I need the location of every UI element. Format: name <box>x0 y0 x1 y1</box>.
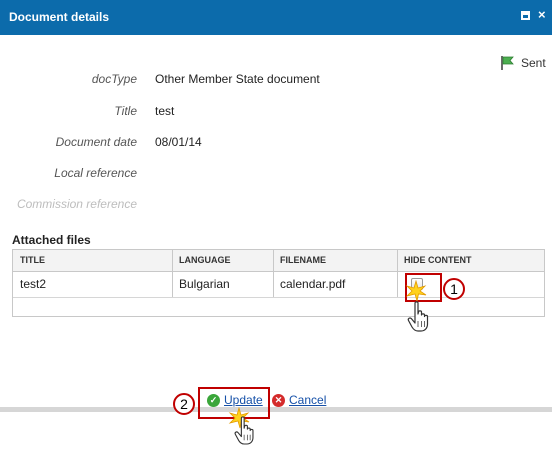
doctype-label: docType <box>91 72 137 86</box>
title-label: Title <box>114 104 137 118</box>
status-label: Sent <box>521 56 546 70</box>
dialog-title: Document details <box>9 10 110 24</box>
update-button[interactable]: Update <box>224 393 263 407</box>
column-header-language[interactable]: LANGUAGE <box>172 250 273 271</box>
cell-filename: calendar.pdf <box>280 277 346 291</box>
column-header-title[interactable]: TITLE <box>13 250 172 271</box>
attached-files-heading: Attached files <box>12 233 91 247</box>
attached-files-table: TITLE LANGUAGE FILENAME HIDE CONTENT tes… <box>12 249 545 317</box>
footer-divider <box>0 407 552 412</box>
dialog-titlebar: Document details × <box>0 0 552 35</box>
document-date-label: Document date <box>55 135 137 149</box>
column-header-hide-content[interactable]: HIDE CONTENT <box>397 250 544 271</box>
table-header: TITLE LANGUAGE FILENAME HIDE CONTENT <box>13 250 544 272</box>
cell-language: Bulgarian <box>179 277 230 291</box>
callout-1: 1 <box>443 278 465 300</box>
hand-cursor-icon <box>407 301 429 332</box>
column-divider <box>397 250 398 298</box>
check-icon: ✓ <box>207 394 220 407</box>
callout-2: 2 <box>173 393 195 415</box>
cell-title: test2 <box>20 277 47 291</box>
local-reference-label: Local reference <box>54 166 137 180</box>
row-divider <box>13 297 544 298</box>
document-date-value: 08/01/14 <box>155 135 202 149</box>
commission-reference-label: Commission reference <box>16 197 137 211</box>
column-header-filename[interactable]: FILENAME <box>273 250 397 271</box>
maximize-icon[interactable] <box>521 11 530 20</box>
hand-cursor-icon <box>234 416 254 445</box>
doctype-value: Other Member State document <box>155 72 320 86</box>
close-icon[interactable]: × <box>538 8 546 21</box>
cancel-icon: ✕ <box>272 394 285 407</box>
click-burst-icon <box>405 280 427 302</box>
green-flag-icon <box>501 56 514 70</box>
title-value: test <box>155 104 175 118</box>
cancel-button[interactable]: Cancel <box>289 393 326 407</box>
